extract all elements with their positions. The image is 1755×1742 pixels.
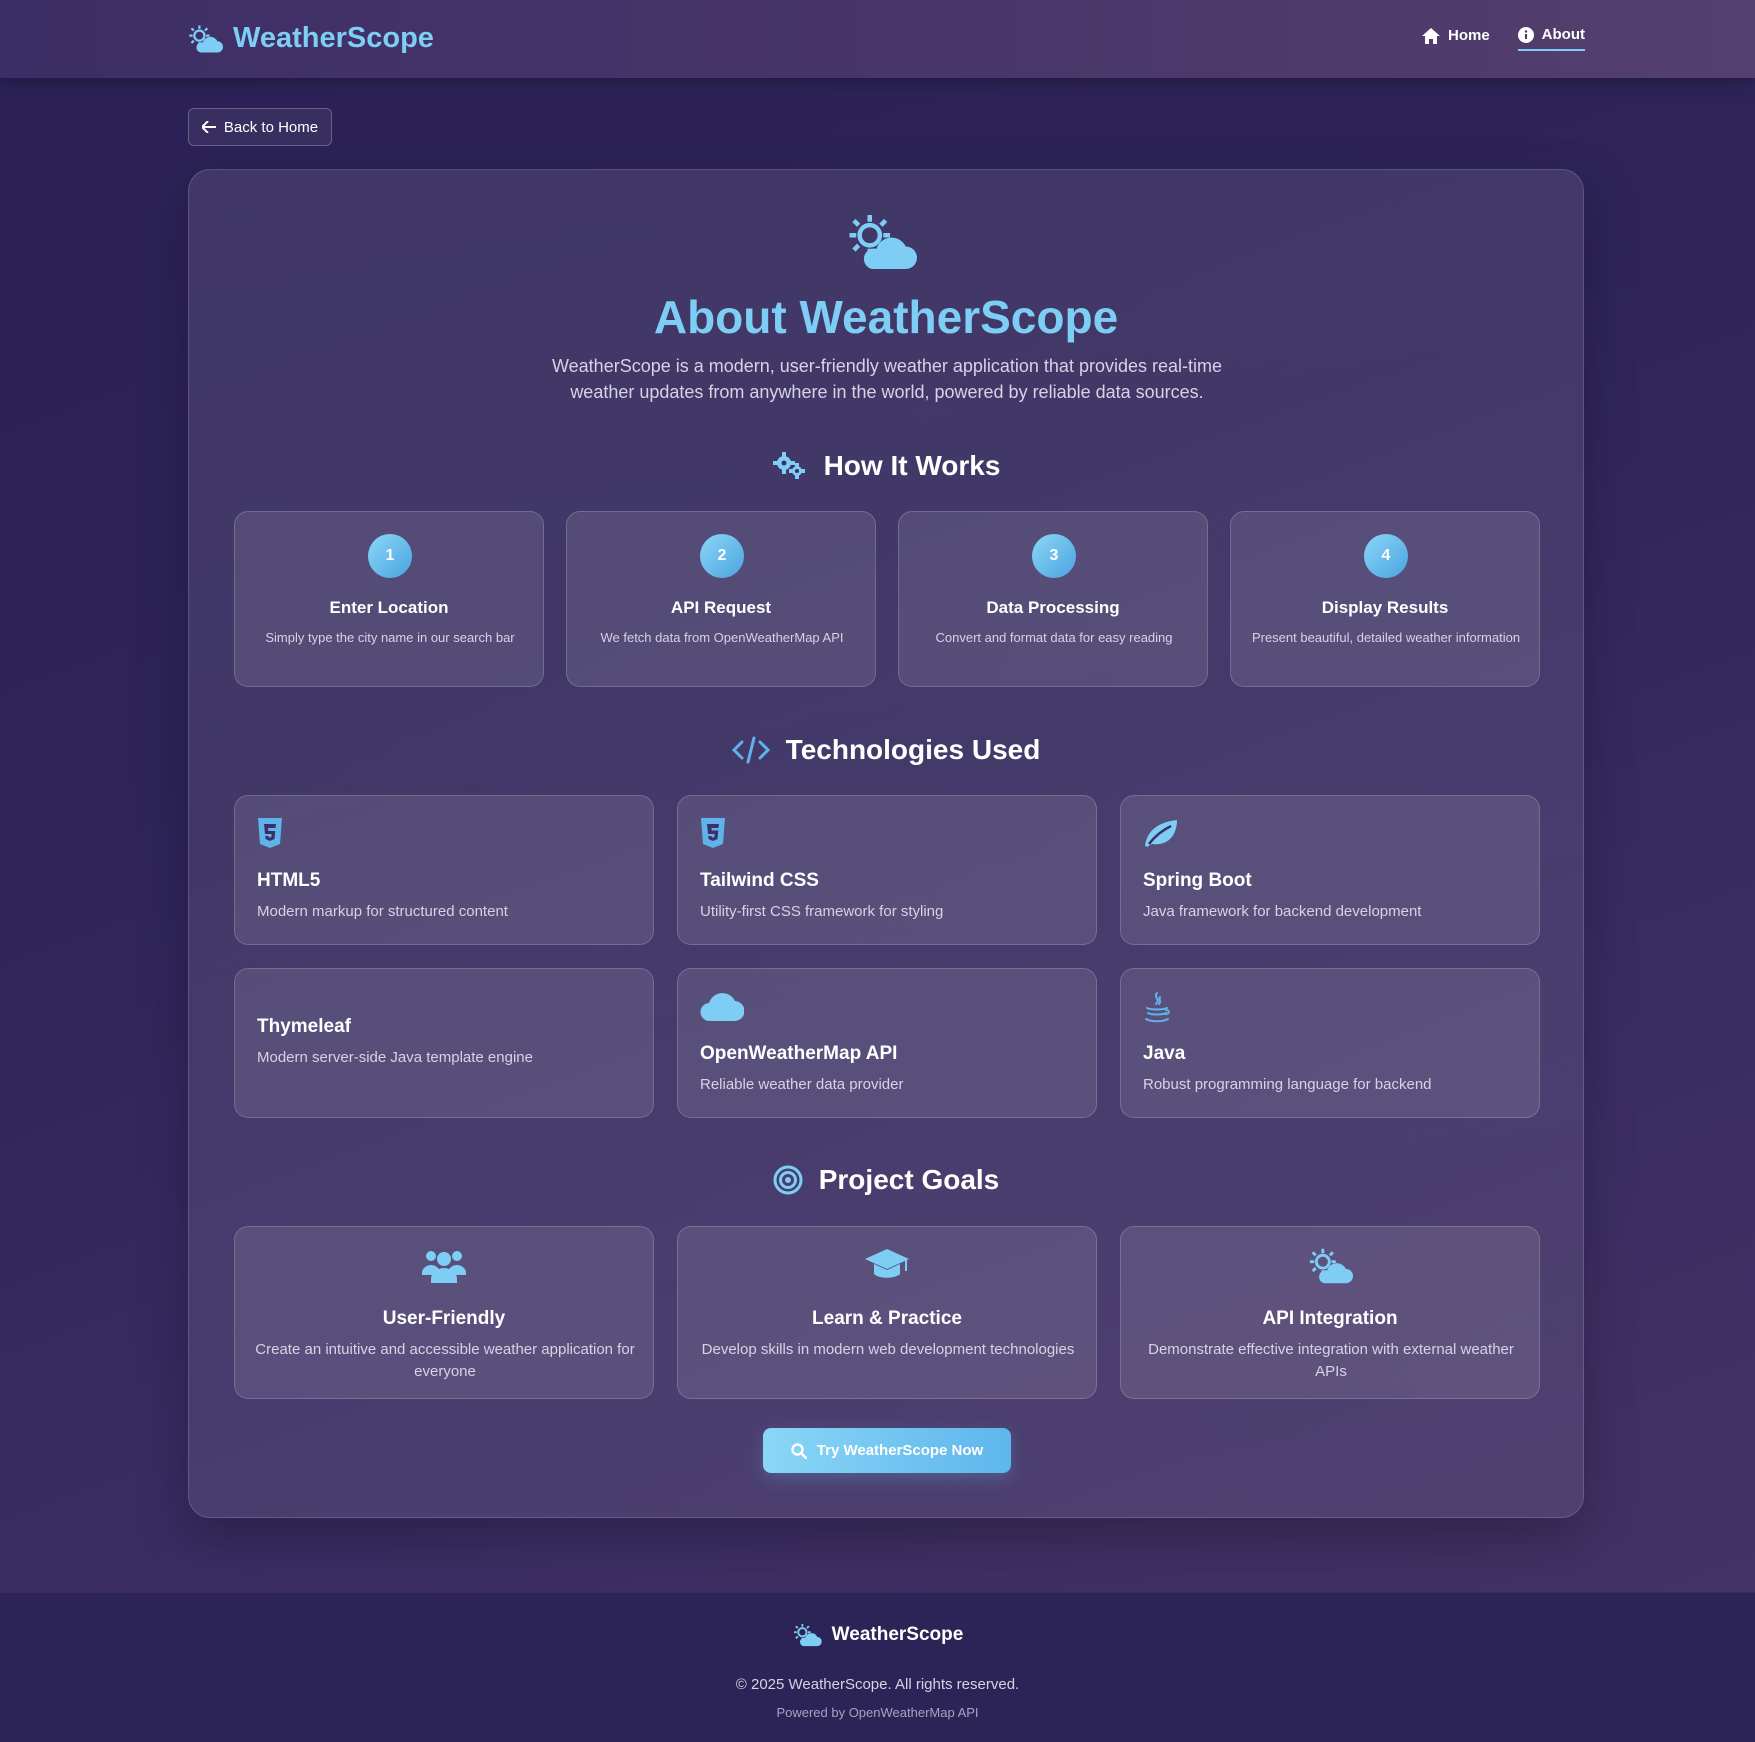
step-title: Data Processing — [986, 598, 1120, 617]
goal-title: User-Friendly — [382, 1308, 506, 1329]
tech-card: OpenWeatherMap API Reliable weather data… — [677, 968, 1097, 1118]
tech-title: OpenWeatherMap API — [700, 1043, 898, 1064]
step-title: Enter Location — [329, 598, 449, 617]
nav-link-label: Home — [1447, 27, 1490, 44]
step-desc: We fetch data from OpenWeatherMap API — [600, 630, 844, 645]
step-card: 4 Display Results Present beautiful, det… — [1230, 511, 1540, 687]
step-number: 1 — [368, 534, 412, 578]
section-title-text: Project Goals — [818, 1164, 1000, 1195]
footer-powered-by: Powered by OpenWeatherMap API — [776, 1705, 979, 1720]
page-title: About WeatherScope — [653, 291, 1119, 343]
nav-link-home[interactable]: Home — [1421, 26, 1490, 51]
cloud-icon — [700, 993, 744, 1021]
sun-cloud-icon — [189, 25, 223, 52]
about-panel: About WeatherScope WeatherScope is a mod… — [188, 169, 1584, 1518]
info-icon — [1517, 26, 1534, 43]
intro-text: WeatherScope is a modern, user-friendly … — [552, 356, 1222, 402]
code-icon — [731, 736, 770, 764]
goal-desc: Create an intuitive and accessible weath… — [255, 1341, 635, 1380]
step-title: Display Results — [1321, 598, 1449, 617]
step-desc: Convert and format data for easy reading — [935, 630, 1173, 645]
section-title-text: Technologies Used — [785, 734, 1041, 765]
tech-title: Java — [1143, 1043, 1186, 1064]
step-title: API Request — [670, 598, 772, 617]
step-card: 3 Data Processing Convert and format dat… — [898, 511, 1208, 687]
step-desc: Present beautiful, detailed weather info… — [1251, 630, 1521, 645]
top-nav: WeatherScope Home About — [0, 0, 1755, 78]
try-weatherscope-button[interactable]: Try WeatherScope Now — [763, 1428, 1011, 1473]
nav-link-label: About — [1541, 26, 1585, 43]
brand-logo[interactable]: WeatherScope — [187, 22, 434, 55]
section-title-how-it-works: How It Works — [189, 450, 1583, 482]
arrow-left-icon — [201, 121, 216, 133]
tech-title: Spring Boot — [1143, 870, 1252, 891]
back-button-label: Back to Home — [223, 118, 319, 136]
footer-brand-name: WeatherScope — [831, 1624, 964, 1645]
nav-link-about[interactable]: About — [1517, 26, 1585, 51]
footer: WeatherScope © 2025 WeatherScope. All ri… — [0, 1592, 1755, 1742]
tech-desc: Robust programming language for backend — [1143, 1076, 1432, 1093]
tech-card: Tailwind CSS Utility-first CSS framework… — [677, 795, 1097, 945]
tech-desc: Utility-first CSS framework for styling — [700, 903, 944, 920]
tech-desc: Modern server-side Java template engine — [257, 1049, 533, 1066]
step-card: 1 Enter Location Simply type the city na… — [234, 511, 544, 687]
graduation-cap-icon — [865, 1249, 909, 1278]
tech-card: Spring Boot Java framework for backend d… — [1120, 795, 1540, 945]
step-desc: Simply type the city name in our search … — [265, 630, 515, 645]
goal-desc: Develop skills in modern web development… — [701, 1341, 1075, 1358]
step-number: 2 — [700, 534, 744, 578]
target-icon — [773, 1165, 803, 1195]
goal-desc: Demonstrate effective integration with e… — [1148, 1341, 1514, 1380]
sun-cloud-icon — [1309, 1248, 1353, 1284]
tech-title: HTML5 — [257, 870, 321, 891]
tech-card: Java Robust programming language for bac… — [1120, 968, 1540, 1118]
goal-icon-wrap — [678, 1247, 1096, 1281]
tech-desc: Modern markup for structured content — [257, 903, 508, 920]
step-card: 2 API Request We fetch data from OpenWea… — [566, 511, 876, 687]
tech-title: Thymeleaf — [257, 1016, 351, 1037]
back-to-home-button[interactable]: Back to Home — [188, 108, 332, 146]
goal-card: API Integration Demonstrate effective in… — [1120, 1226, 1540, 1399]
goal-card: Learn & Practice Develop skills in moder… — [677, 1226, 1097, 1399]
tech-desc: Java framework for backend development — [1143, 903, 1422, 920]
tech-card: HTML5 Modern markup for structured conte… — [234, 795, 654, 945]
css3-icon — [701, 818, 725, 848]
java-icon — [1145, 992, 1170, 1023]
tech-title: Tailwind CSS — [700, 870, 819, 891]
nav-links: Home About — [1421, 26, 1585, 51]
goal-card: User-Friendly Create an intuitive and ac… — [234, 1226, 654, 1399]
gears-icon — [772, 452, 805, 479]
footer-copyright: © 2025 WeatherScope. All rights reserved… — [735, 1676, 1020, 1693]
sun-cloud-icon — [849, 215, 917, 269]
goal-icon-wrap — [1121, 1247, 1539, 1285]
section-title-technologies: Technologies Used — [189, 734, 1583, 766]
goal-title: API Integration — [1262, 1308, 1398, 1329]
goal-icon-wrap — [235, 1247, 653, 1283]
html5-icon — [258, 818, 282, 848]
section-title-text: How It Works — [823, 450, 1001, 481]
leaf-icon — [1145, 820, 1177, 847]
hero-icon-wrap — [845, 212, 917, 277]
cta-label: Try WeatherScope Now — [816, 1442, 984, 1459]
section-title-project-goals: Project Goals — [189, 1164, 1583, 1196]
search-icon — [791, 1442, 807, 1459]
tech-card: Thymeleaf Modern server-side Java templa… — [234, 968, 654, 1118]
home-icon — [1421, 27, 1440, 44]
goal-title: Learn & Practice — [812, 1308, 962, 1329]
footer-brand: WeatherScope — [0, 1623, 1755, 1647]
sun-cloud-icon — [793, 1623, 822, 1647]
tech-desc: Reliable weather data provider — [700, 1076, 904, 1093]
brand-name: WeatherScope — [233, 22, 434, 54]
step-number: 3 — [1032, 534, 1076, 578]
step-number: 4 — [1364, 534, 1408, 578]
users-icon — [422, 1251, 466, 1283]
